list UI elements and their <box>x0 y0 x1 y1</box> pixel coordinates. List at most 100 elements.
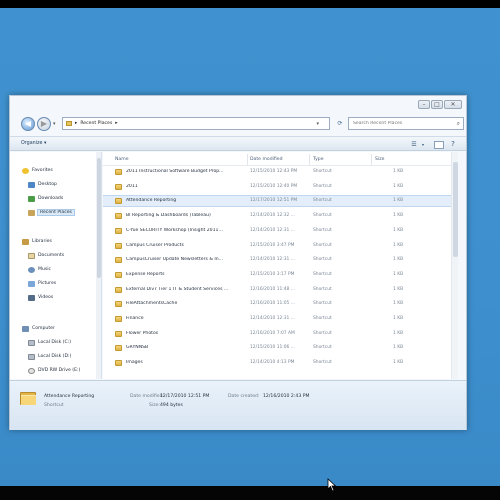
column-divider[interactable] <box>309 154 310 165</box>
nav-libraries[interactable]: Libraries <box>22 237 52 246</box>
file-row[interactable]: 2011 12/15/2010 12:40 PM Shortcut 1 KB <box>103 182 458 192</box>
file-size: 1 KB <box>393 330 404 336</box>
details-size-label: Size: <box>149 403 160 408</box>
downloads-icon <box>28 195 35 202</box>
letterbox-bottom <box>0 486 500 500</box>
nav-computer[interactable]: Computer <box>22 324 55 333</box>
nav-pictures[interactable]: Pictures <box>28 279 56 288</box>
nav-music[interactable]: Music <box>28 265 51 274</box>
column-name[interactable]: Name <box>115 157 129 162</box>
nav-local-disk-d[interactable]: Local Disk (D:) <box>28 352 71 361</box>
nav-dvd-drive-label: DVD RW Drive (E:) <box>38 368 81 373</box>
folder-shortcut-icon <box>115 242 122 249</box>
nav-downloads-label: Downloads <box>38 196 64 201</box>
nav-libraries-label: Libraries <box>32 239 52 244</box>
file-date-modified: 12/15/2010 12:43 PM <box>250 169 298 174</box>
folder-shortcut-icon <box>20 390 36 405</box>
nav-pane-scrollbar[interactable] <box>96 152 101 379</box>
file-date-modified: 12/15/2010 11:06 ... <box>250 345 295 351</box>
column-date-modified[interactable]: Date modified <box>250 157 283 162</box>
nav-local-disk-c[interactable]: Local Disk (C:) <box>28 338 71 347</box>
folder-shortcut-icon <box>115 345 122 352</box>
column-divider[interactable] <box>247 154 248 165</box>
recent-pages-dropdown-icon[interactable]: ▾ <box>53 121 56 127</box>
details-pane: Attendance Reporting Date modified: 12/1… <box>10 380 466 430</box>
file-size: 1 KB <box>393 242 404 248</box>
address-separator-end[interactable]: ▸ <box>115 121 117 126</box>
folder-shortcut-icon <box>115 169 122 175</box>
file-row[interactable]: External Div7 Tier 1 IT & Student Servic… <box>103 285 458 295</box>
back-button[interactable]: ◀ <box>21 117 35 131</box>
address-location[interactable]: Recent Places <box>80 121 112 126</box>
preview-pane-icon[interactable] <box>434 141 444 149</box>
maximize-button[interactable]: □ <box>431 100 443 109</box>
file-list-scroll-thumb[interactable] <box>453 162 458 257</box>
file-name: CampusCruiser Update Newsletters & In... <box>126 257 224 263</box>
file-date-modified: 12/14/2010 12:31 ... <box>250 257 295 263</box>
refresh-icon[interactable]: ⟳ <box>334 117 346 130</box>
close-button[interactable]: ✕ <box>444 100 462 109</box>
folder-shortcut-icon <box>115 316 122 322</box>
hard-disk-icon <box>28 353 35 360</box>
nav-videos[interactable]: Videos <box>28 293 53 302</box>
file-row[interactable]: Finance 12/14/2010 12:31 ... Shortcut 1 KB <box>103 314 458 324</box>
nav-favorites-label: Favorites <box>32 168 53 173</box>
file-type: Shortcut <box>313 227 332 233</box>
nav-pictures-label: Pictures <box>38 281 57 286</box>
file-row[interactable]: Campus Cruiser Products 12/15/2010 3:47 P… <box>103 241 458 251</box>
nav-desktop[interactable]: Desktop <box>28 180 57 189</box>
file-size: 1 KB <box>393 227 404 233</box>
file-date-modified: 12/14/2010 12:31 ... <box>250 316 295 321</box>
nav-documents[interactable]: Documents <box>28 251 64 260</box>
file-type: Shortcut <box>313 183 332 189</box>
file-type: Shortcut <box>313 360 332 366</box>
star-icon <box>22 167 29 174</box>
file-row[interactable]: GRYNNSB 12/15/2010 11:06 ... Shortcut 1 KB <box>103 343 458 353</box>
file-row[interactable]: 2011 Instructional Software Budget Prop.… <box>103 167 458 177</box>
view-dropdown-icon[interactable]: ▾ <box>420 140 426 149</box>
nav-dvd-drive[interactable]: DVD RW Drive (E:) <box>28 366 80 375</box>
column-divider[interactable] <box>371 154 372 165</box>
file-name: GRYNNSB <box>126 345 149 351</box>
details-name: Attendance Reporting <box>44 394 95 399</box>
file-row[interactable]: Flower Photos 12/16/2010 7:07 AM Shortcut 1… <box>103 329 458 339</box>
nav-scroll-thumb[interactable] <box>96 158 101 278</box>
nav-recent-places[interactable]: Recent Places <box>28 208 75 217</box>
column-type[interactable]: Type <box>313 157 324 162</box>
file-row[interactable]: CampusCruiser Update Newsletters & In...… <box>103 255 458 265</box>
address-bar[interactable]: ▸ Recent Places ▸ ▾ <box>62 117 330 130</box>
search-icon[interactable]: ⌕ <box>457 120 460 128</box>
file-type: Shortcut <box>313 345 332 351</box>
file-list-scrollbar[interactable] <box>451 152 458 379</box>
organize-button[interactable]: Organize ▾ <box>21 141 46 146</box>
search-box[interactable]: ⌕ <box>348 117 464 130</box>
nav-downloads[interactable]: Downloads <box>28 194 63 203</box>
search-input[interactable] <box>353 121 453 126</box>
file-name: FileAttachmentsCache <box>126 301 178 307</box>
column-size[interactable]: Size <box>375 157 384 162</box>
nav-music-label: Music <box>38 267 52 272</box>
file-name: Images <box>126 360 143 366</box>
file-type: Shortcut <box>313 330 332 336</box>
nav-recent-places-label: Recent Places <box>37 209 75 216</box>
column-headers: Name Date modified Type Size <box>103 152 458 166</box>
explorer-window[interactable]: – □ ✕ ◀ ▶ ▾ ▸ Recent Places ▸ ▾ ⟳ ⌕ Orga… <box>9 95 467 430</box>
file-row[interactable]: FileAttachmentsCache 12/16/2010 11:05 ...… <box>103 299 458 309</box>
file-row[interactable]: C-Yue SECURITY Workshop (Insight 2011...… <box>103 226 458 236</box>
file-size: 1 KB <box>393 271 404 277</box>
file-row[interactable]: Expense Reports 12/15/2010 3:17 PM Shortcu… <box>103 270 458 280</box>
file-date-modified: 12/15/2010 12:40 PM <box>250 183 298 189</box>
command-bar: Organize ▾ ☰ ▾ ? <box>10 136 466 151</box>
change-view-icon[interactable]: ☰ <box>408 140 420 149</box>
help-icon[interactable]: ? <box>448 140 458 149</box>
minimize-button[interactable]: – <box>418 100 430 109</box>
file-row[interactable]: Images 12/14/2010 4:13 PM Shortcut 1 KB <box>103 358 458 368</box>
forward-button[interactable]: ▶ <box>37 117 51 131</box>
file-row[interactable]: BI Reporting & Dashboards (Tableau) 12/14… <box>103 211 458 221</box>
file-name: Attendance Reporting <box>126 198 177 204</box>
address-dropdown-icon[interactable]: ▾ <box>316 121 319 127</box>
file-row[interactable]: Attendance Reporting 12/17/2010 12:51 PM S… <box>103 195 458 208</box>
nav-favorites[interactable]: Favorites <box>22 166 53 175</box>
details-date-label: Date modified: <box>130 394 165 399</box>
file-size: 1 KB <box>393 316 404 321</box>
